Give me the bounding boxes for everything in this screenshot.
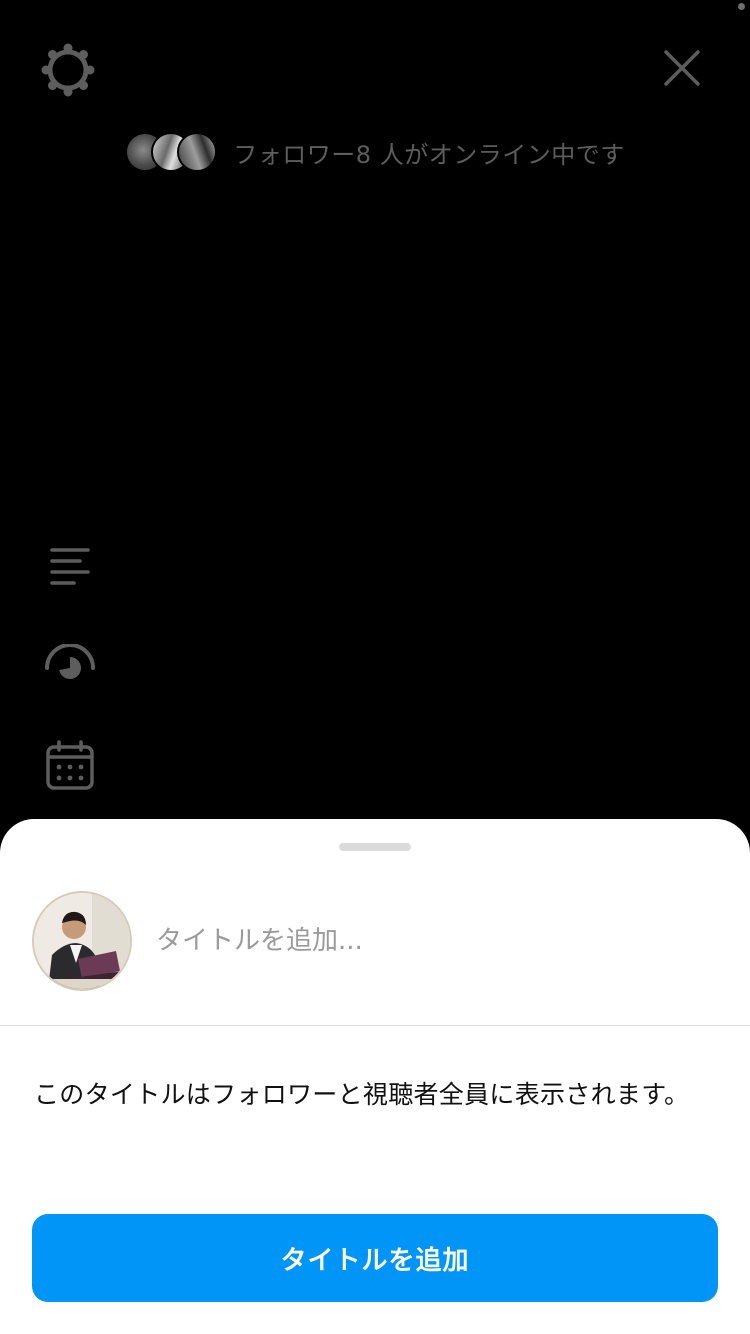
sheet-divider (0, 1025, 750, 1026)
live-setup-screen: フォロワー8 人がオンライン中です タイトルを追加... このタイトルはフォロワ… (0, 0, 750, 1334)
add-title-button[interactable]: タイトルを追加 (32, 1214, 718, 1302)
title-tool-button[interactable] (40, 536, 100, 596)
audience-eye-icon (45, 644, 95, 679)
follower-avatar-stack (125, 132, 218, 172)
online-followers-text: フォロワー8 人がオンライン中です (233, 140, 625, 169)
text-align-left-icon (50, 548, 90, 585)
gear-icon (41, 43, 95, 97)
audience-tool-button[interactable] (40, 636, 100, 696)
title-input[interactable] (156, 913, 716, 969)
calendar-icon (46, 740, 94, 790)
status-indicator-dot (738, 3, 745, 10)
online-followers-indicator: フォロワー8 人がオンライン中です (0, 128, 750, 176)
sheet-grabber-handle[interactable] (339, 843, 411, 851)
profile-avatar (32, 891, 132, 991)
add-title-sheet: このタイトルはフォロワーと視聴者全員に表示されます。 タイトルを追加 (0, 819, 750, 1334)
close-icon (664, 50, 700, 86)
title-visibility-info: このタイトルはフォロワーと視聴者全員に表示されます。 (34, 1080, 690, 1109)
profile-photo-image (34, 893, 130, 989)
schedule-tool-button[interactable] (40, 736, 100, 796)
follower-avatar (177, 132, 218, 172)
title-input-row (0, 889, 750, 995)
settings-button[interactable] (36, 38, 100, 102)
close-button[interactable] (656, 42, 708, 94)
